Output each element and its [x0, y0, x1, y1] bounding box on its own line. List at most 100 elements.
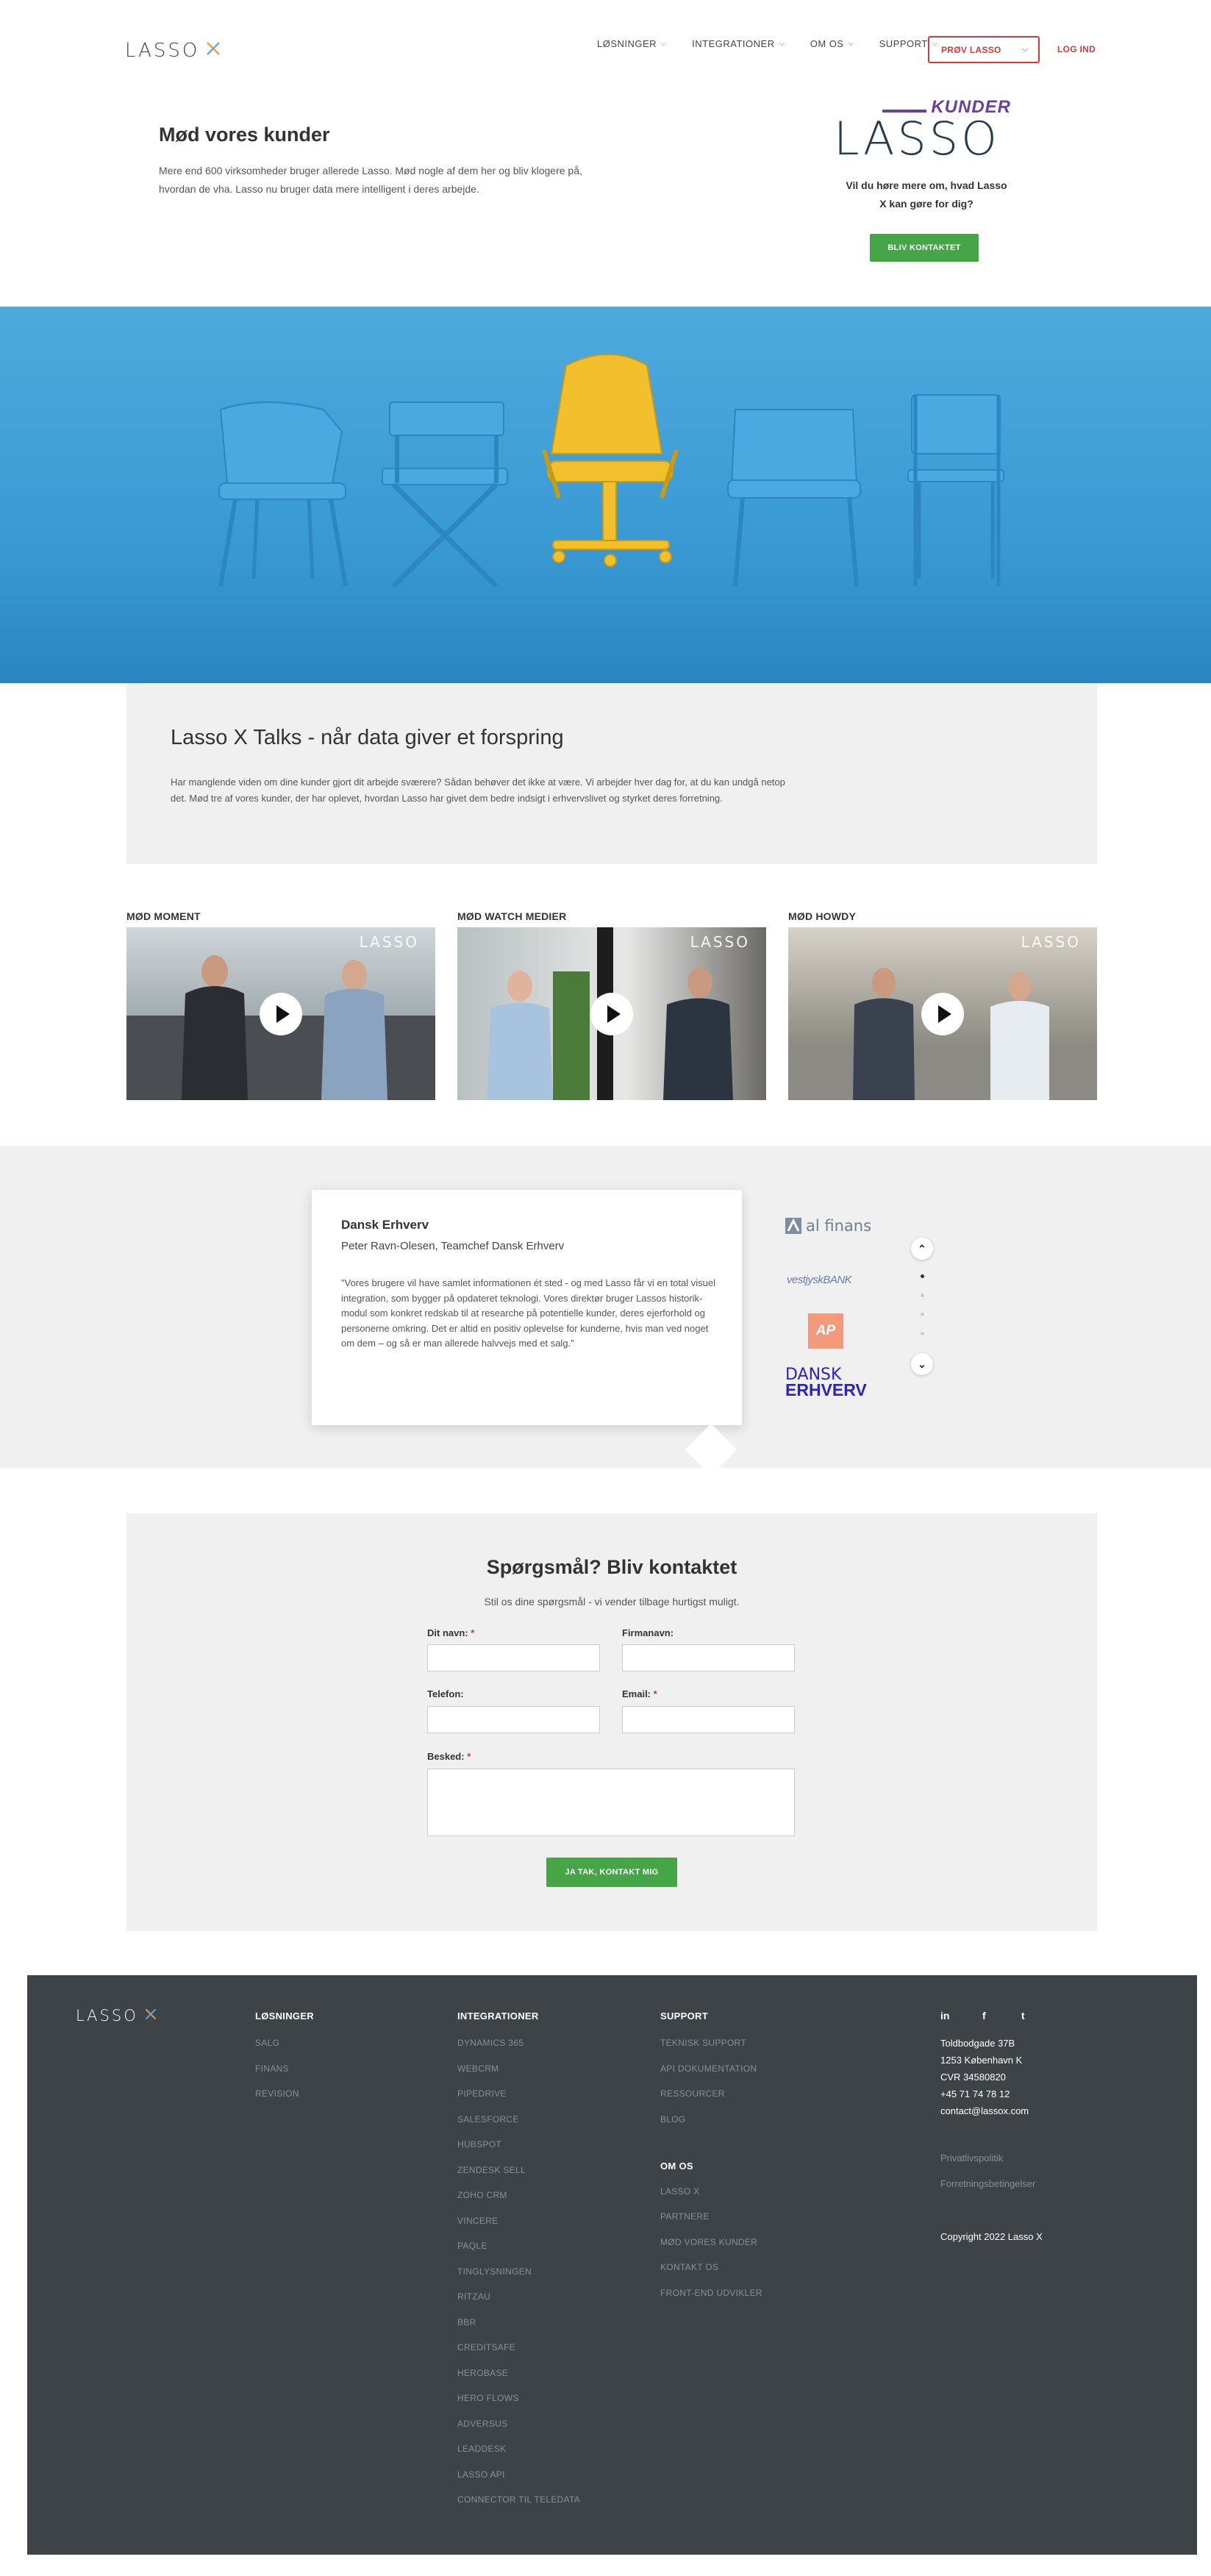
nav-label: INTEGRATIONER — [692, 38, 775, 49]
nav-item-integrationer[interactable]: INTEGRATIONER ⌵ — [692, 38, 785, 49]
video-moment[interactable]: LASSO — [126, 927, 435, 1100]
page-title: Mød vores kunder — [159, 124, 330, 146]
footer-link[interactable]: FRONT-END UDVIKLER — [660, 2288, 762, 2298]
address-line: 1253 København K — [940, 2055, 1023, 2066]
footer-link[interactable]: PIPEDRIVE — [457, 2088, 507, 2099]
company-field[interactable] — [622, 1644, 795, 1671]
required-mark: * — [471, 1627, 475, 1638]
footer-link[interactable]: BLOG — [660, 2114, 686, 2124]
footer-link[interactable]: HUBSPOT — [457, 2139, 501, 2149]
footer-link[interactable]: API DOKUMENTATION — [660, 2063, 757, 2074]
logo-x-mark — [144, 2007, 157, 2024]
logo-x-mark — [205, 40, 221, 62]
footer-link[interactable]: RESSOURCER — [660, 2088, 725, 2099]
chevron-down-icon: ⌵ — [661, 40, 668, 48]
video-label-moment: MØD MOMENT — [126, 910, 201, 922]
slider-dot[interactable] — [921, 1274, 924, 1278]
email-label: Email: * — [622, 1688, 657, 1699]
footer-link[interactable]: DYNAMICS 365 — [457, 2038, 524, 2048]
video-watermark: LASSO — [690, 933, 750, 951]
brand-al-finans[interactable]: al finans — [785, 1217, 871, 1235]
footer-logo[interactable]: LASSO — [76, 2007, 157, 2024]
video-label-howdy: MØD HOWDY — [788, 910, 857, 922]
chevron-up-icon[interactable]: ⌃ — [911, 1238, 933, 1260]
footer-link[interactable]: SALESFORCE — [457, 2114, 519, 2124]
required-mark: * — [467, 1751, 471, 1762]
phone-field[interactable] — [427, 1706, 600, 1733]
footer-link[interactable]: BBR — [457, 2317, 476, 2327]
footer-link[interactable]: LASSO API — [457, 2469, 505, 2480]
name-field[interactable] — [427, 1644, 600, 1671]
slider-dot[interactable] — [921, 1332, 924, 1335]
name-label: Dit navn: * — [427, 1627, 474, 1638]
footer-link[interactable]: LEADDESK — [457, 2444, 506, 2454]
footer-link[interactable]: ADVERSUS — [457, 2419, 507, 2429]
address-line: Toldbodgade 37B — [940, 2038, 1015, 2049]
footer-link[interactable]: TEKNISK SUPPORT — [660, 2038, 746, 2048]
slider-dot[interactable] — [921, 1313, 924, 1316]
lasso-word: LASSO — [834, 112, 1000, 165]
bliv-kontaktet-button[interactable]: BLIV KONTAKTET — [870, 234, 979, 262]
terms-link[interactable]: Forretningsbetingelser — [940, 2178, 1035, 2189]
try-lasso-label: PRØV LASSO — [941, 44, 1001, 55]
play-icon[interactable] — [590, 992, 633, 1035]
footer-link[interactable]: WEBCRM — [457, 2063, 499, 2074]
footer-link[interactable]: PARTNERE — [660, 2211, 710, 2222]
brand-vestjysk-bank[interactable]: vestjyskBANK — [787, 1274, 852, 1286]
email-field[interactable] — [622, 1706, 795, 1733]
video-howdy[interactable]: LASSO — [788, 927, 1097, 1100]
video-watermark: LASSO — [1021, 933, 1081, 951]
footer-link[interactable]: VINCERE — [457, 2216, 498, 2226]
brand-ap[interactable]: AP — [808, 1313, 843, 1349]
site-logo[interactable]: LASSO — [125, 40, 221, 62]
footer-heading-om-os: OM OS — [660, 2161, 693, 2172]
footer: LASSO LØSNINGER SALG FINANS REVISION INT… — [27, 1975, 1197, 2555]
submit-button[interactable]: JA TAK, KONTAKT MIG — [546, 1858, 677, 1887]
footer-link[interactable]: FINANS — [255, 2063, 289, 2074]
footer-link[interactable]: PAQLE — [457, 2241, 487, 2251]
kunder-lasso-logo: KUNDER LASSO — [834, 97, 1014, 165]
footer-link[interactable]: KONTAKT OS — [660, 2262, 718, 2272]
footer-link[interactable]: CONNECTOR TIL TELEDATA — [457, 2494, 580, 2505]
contact-title: Spørgsmål? Bliv kontaktet — [486, 1556, 737, 1578]
footer-link[interactable]: LASSO X — [660, 2186, 699, 2197]
email-address[interactable]: contact@lassox.com — [940, 2102, 1029, 2119]
play-icon[interactable] — [921, 992, 964, 1035]
footer-link[interactable]: HEROBASE — [457, 2368, 508, 2378]
facebook-icon[interactable]: f — [982, 2010, 986, 2022]
nav-label: SUPPORT — [879, 38, 928, 49]
main-nav: LØSNINGER ⌵ INTEGRATIONER ⌵ OM OS ⌵ SUPPORT… — [597, 38, 963, 49]
chevron-down-icon[interactable]: ⌄ — [911, 1353, 933, 1375]
nav-item-losninger[interactable]: LØSNINGER ⌵ — [597, 38, 667, 49]
footer-link[interactable]: HERO FLOWS — [457, 2393, 519, 2403]
slider-dot[interactable] — [921, 1294, 924, 1297]
twitter-icon[interactable]: t — [1021, 2010, 1025, 2022]
login-link[interactable]: LOG IND — [1057, 44, 1096, 54]
privacy-link[interactable]: Privatlivspolitik — [940, 2152, 1003, 2163]
play-icon[interactable] — [260, 992, 302, 1035]
video-watch-medier[interactable]: LASSO — [457, 927, 766, 1100]
brand-dansk-erhverv[interactable]: DANSK ERHVERV — [785, 1367, 867, 1399]
nav-item-om-os[interactable]: OM OS ⌵ — [810, 38, 854, 49]
testimonial-quote: "Vores brugere vil have samlet informati… — [341, 1277, 715, 1349]
footer-link[interactable]: SALG — [255, 2038, 279, 2048]
linkedin-icon[interactable]: in — [940, 2010, 949, 2022]
try-lasso-button[interactable]: PRØV LASSO ⌵ — [928, 36, 1040, 63]
footer-heading-integrationer: INTEGRATIONER — [457, 2011, 539, 2022]
footer-link[interactable]: MØD VORES KUNDER — [660, 2237, 757, 2247]
email-label-text: Email: — [622, 1688, 651, 1699]
message-field[interactable] — [427, 1769, 795, 1836]
footer-link[interactable]: ZENDESK SELL — [457, 2165, 526, 2175]
name-label-text: Dit navn: — [427, 1627, 468, 1638]
video-watermark: LASSO — [359, 933, 419, 951]
nav-label: LØSNINGER — [597, 38, 657, 49]
chevron-down-icon: ⌵ — [1022, 46, 1028, 54]
footer-link[interactable]: ZOHO CRM — [457, 2190, 507, 2200]
footer-link[interactable]: RITZAU — [457, 2291, 490, 2302]
talks-section: Lasso X Talks - når data giver et forspr… — [126, 683, 1097, 864]
footer-link[interactable]: REVISION — [255, 2088, 299, 2099]
footer-link[interactable]: CREDITSAFE — [457, 2342, 515, 2352]
copyright: Copyright 2022 Lasso X — [940, 2231, 1043, 2242]
footer-link[interactable]: TINGLYSNINGEN — [457, 2266, 532, 2277]
phone-label-text: Telefon: — [427, 1688, 464, 1699]
